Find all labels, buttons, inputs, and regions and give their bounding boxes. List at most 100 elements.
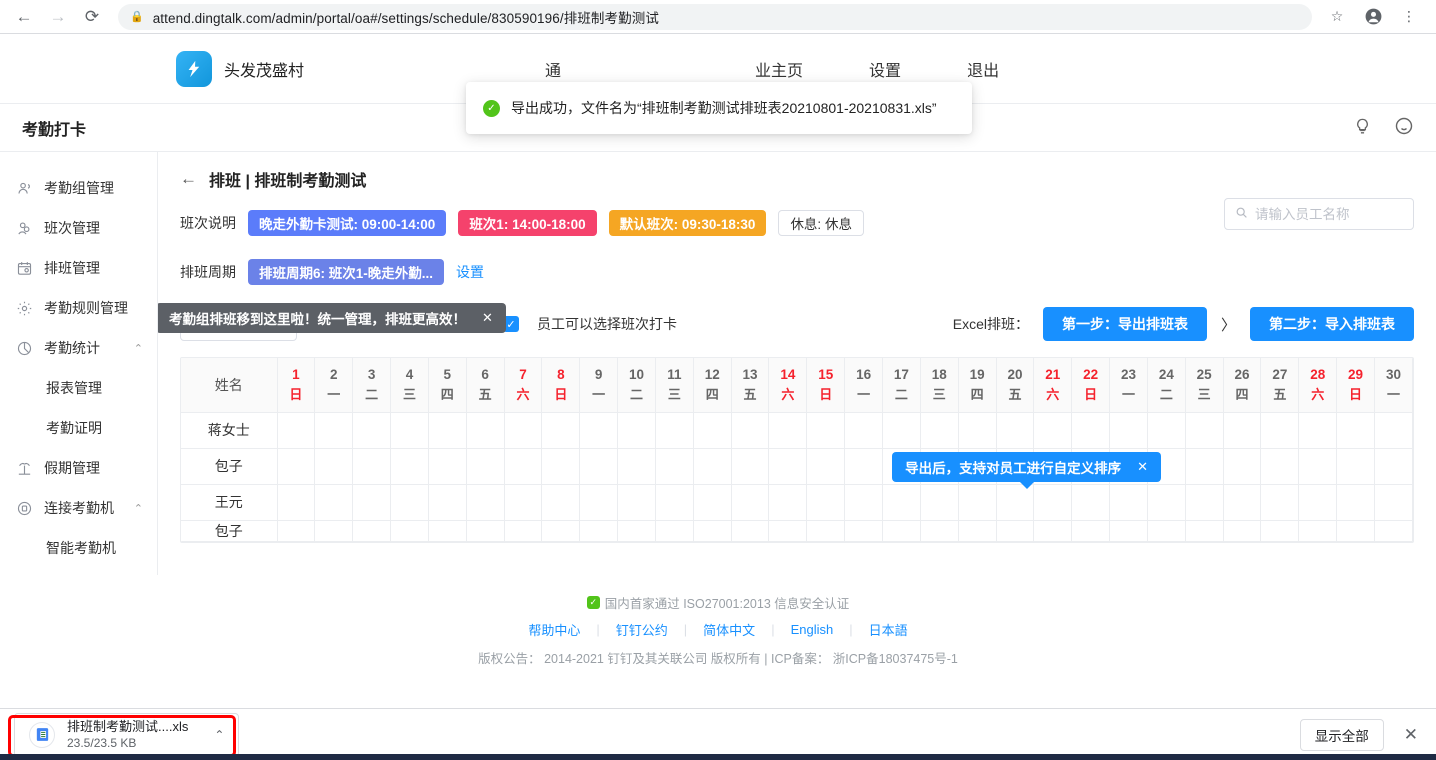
schedule-cycle-tag[interactable]: 排班周期6: 班次1-晚走外勤... bbox=[248, 259, 444, 285]
back-arrow-icon[interactable]: ← bbox=[180, 169, 197, 189]
schedule-cell[interactable] bbox=[655, 520, 693, 541]
schedule-cell[interactable] bbox=[1034, 520, 1072, 541]
schedule-cell[interactable] bbox=[315, 520, 353, 541]
schedule-cell[interactable] bbox=[845, 520, 883, 541]
schedule-cell[interactable] bbox=[277, 412, 315, 448]
schedule-cell[interactable] bbox=[618, 520, 656, 541]
sidebar-item-smart-device[interactable]: 智能考勤机 bbox=[0, 528, 157, 568]
browser-reload-icon[interactable]: ⟳ bbox=[78, 3, 106, 31]
schedule-cell[interactable] bbox=[1374, 520, 1412, 541]
schedule-cell[interactable] bbox=[1072, 520, 1110, 541]
schedule-cell[interactable] bbox=[1110, 520, 1148, 541]
sidebar-item-shift-management[interactable]: 班次管理 bbox=[0, 208, 157, 248]
browser-menu-icon[interactable]: ⋮ bbox=[1396, 4, 1422, 30]
schedule-cell[interactable] bbox=[1223, 412, 1261, 448]
schedule-cell[interactable] bbox=[1110, 412, 1148, 448]
schedule-table-wrapper[interactable]: 姓名1日2一3二4三5四6五7六8日9一10二11三12四13五14六15日16… bbox=[180, 357, 1414, 543]
schedule-cell[interactable] bbox=[1374, 412, 1412, 448]
schedule-cell[interactable] bbox=[693, 412, 731, 448]
schedule-cell[interactable] bbox=[428, 484, 466, 520]
sidebar-item-attendance-rules[interactable]: 考勤规则管理 bbox=[0, 288, 157, 328]
schedule-cell[interactable] bbox=[1223, 520, 1261, 541]
schedule-cell[interactable] bbox=[807, 484, 845, 520]
shift-tag-rest[interactable]: 休息: 休息 bbox=[778, 210, 864, 236]
close-shelf-icon[interactable]: ✕ bbox=[1400, 725, 1422, 745]
schedule-cell[interactable] bbox=[1185, 448, 1223, 484]
schedule-cell[interactable] bbox=[1299, 412, 1337, 448]
schedule-cell[interactable] bbox=[391, 448, 429, 484]
schedule-cell[interactable] bbox=[769, 520, 807, 541]
show-all-downloads-button[interactable]: 显示全部 bbox=[1300, 719, 1384, 751]
schedule-cell[interactable] bbox=[769, 412, 807, 448]
schedule-cell[interactable] bbox=[807, 448, 845, 484]
shift-tag[interactable]: 晚走外勤卡测试: 09:00-14:00 bbox=[248, 210, 446, 236]
schedule-cell[interactable] bbox=[580, 520, 618, 541]
footer-link-chinese[interactable]: 简体中文 bbox=[687, 620, 771, 639]
schedule-cell[interactable] bbox=[1337, 412, 1375, 448]
schedule-cell[interactable] bbox=[580, 412, 618, 448]
schedule-cell[interactable] bbox=[542, 520, 580, 541]
schedule-cell[interactable] bbox=[1337, 484, 1375, 520]
schedule-cell[interactable] bbox=[883, 412, 921, 448]
export-schedule-button[interactable]: 第一步：导出排班表 bbox=[1043, 307, 1207, 341]
schedule-cell[interactable] bbox=[504, 484, 542, 520]
schedule-cell[interactable] bbox=[542, 412, 580, 448]
close-icon[interactable]: ✕ bbox=[482, 310, 493, 326]
schedule-cell[interactable] bbox=[580, 448, 618, 484]
schedule-cell[interactable] bbox=[618, 448, 656, 484]
schedule-cell[interactable] bbox=[315, 412, 353, 448]
download-item[interactable]: 排班制考勤测试....xls 23.5/23.5 KB ⌃ bbox=[14, 713, 239, 757]
schedule-cell[interactable] bbox=[466, 448, 504, 484]
sidebar-item-report-management[interactable]: 报表管理 bbox=[0, 368, 157, 408]
schedule-cell[interactable] bbox=[1147, 520, 1185, 541]
schedule-cell[interactable] bbox=[1034, 412, 1072, 448]
sidebar-item-attendance-certificate[interactable]: 考勤证明 bbox=[0, 408, 157, 448]
lightbulb-icon[interactable] bbox=[1353, 117, 1372, 139]
schedule-cell[interactable] bbox=[996, 484, 1034, 520]
schedule-cell[interactable] bbox=[277, 520, 315, 541]
schedule-cell[interactable] bbox=[353, 520, 391, 541]
schedule-cell[interactable] bbox=[428, 520, 466, 541]
schedule-cell[interactable] bbox=[353, 484, 391, 520]
schedule-cell[interactable] bbox=[845, 484, 883, 520]
schedule-cell[interactable] bbox=[845, 448, 883, 484]
chevron-up-icon[interactable]: ⌃ bbox=[134, 502, 143, 515]
schedule-cell[interactable] bbox=[542, 448, 580, 484]
bookmark-star-icon[interactable]: ☆ bbox=[1324, 4, 1350, 30]
schedule-cell[interactable] bbox=[315, 484, 353, 520]
schedule-cell[interactable] bbox=[769, 448, 807, 484]
schedule-cell[interactable] bbox=[655, 448, 693, 484]
schedule-cell[interactable] bbox=[1299, 484, 1337, 520]
schedule-cell[interactable] bbox=[883, 520, 921, 541]
footer-link-help[interactable]: 帮助中心 bbox=[512, 620, 596, 639]
schedule-cell[interactable] bbox=[466, 412, 504, 448]
schedule-cell[interactable] bbox=[845, 412, 883, 448]
schedule-cell[interactable] bbox=[428, 412, 466, 448]
sidebar-item-schedule-management[interactable]: 排班管理 bbox=[0, 248, 157, 288]
schedule-cell[interactable] bbox=[1261, 484, 1299, 520]
sidebar-item-attendance-group[interactable]: 考勤组管理 bbox=[0, 168, 157, 208]
browser-back-icon[interactable]: ← bbox=[10, 3, 38, 31]
schedule-cell[interactable] bbox=[504, 448, 542, 484]
schedule-cell[interactable] bbox=[1374, 448, 1412, 484]
schedule-cell[interactable] bbox=[1185, 520, 1223, 541]
schedule-cell[interactable] bbox=[1034, 484, 1072, 520]
schedule-cell[interactable] bbox=[1223, 484, 1261, 520]
close-icon[interactable]: ✕ bbox=[1137, 459, 1148, 475]
schedule-cell[interactable] bbox=[958, 520, 996, 541]
schedule-cell[interactable] bbox=[1185, 412, 1223, 448]
schedule-cell[interactable] bbox=[391, 484, 429, 520]
schedule-cell[interactable] bbox=[542, 484, 580, 520]
schedule-cell[interactable] bbox=[693, 520, 731, 541]
schedule-cell[interactable] bbox=[391, 520, 429, 541]
footer-link-japanese[interactable]: 日本語 bbox=[853, 620, 924, 639]
schedule-cell[interactable] bbox=[655, 484, 693, 520]
schedule-cell[interactable] bbox=[883, 484, 921, 520]
schedule-cell[interactable] bbox=[428, 448, 466, 484]
schedule-cell[interactable] bbox=[731, 484, 769, 520]
address-bar[interactable]: 🔒 attend.dingtalk.com/admin/portal/oa#/s… bbox=[118, 4, 1312, 30]
schedule-cell[interactable] bbox=[618, 484, 656, 520]
schedule-cell[interactable] bbox=[315, 448, 353, 484]
schedule-cell[interactable] bbox=[353, 448, 391, 484]
import-schedule-button[interactable]: 第二步：导入排班表 bbox=[1250, 307, 1414, 341]
